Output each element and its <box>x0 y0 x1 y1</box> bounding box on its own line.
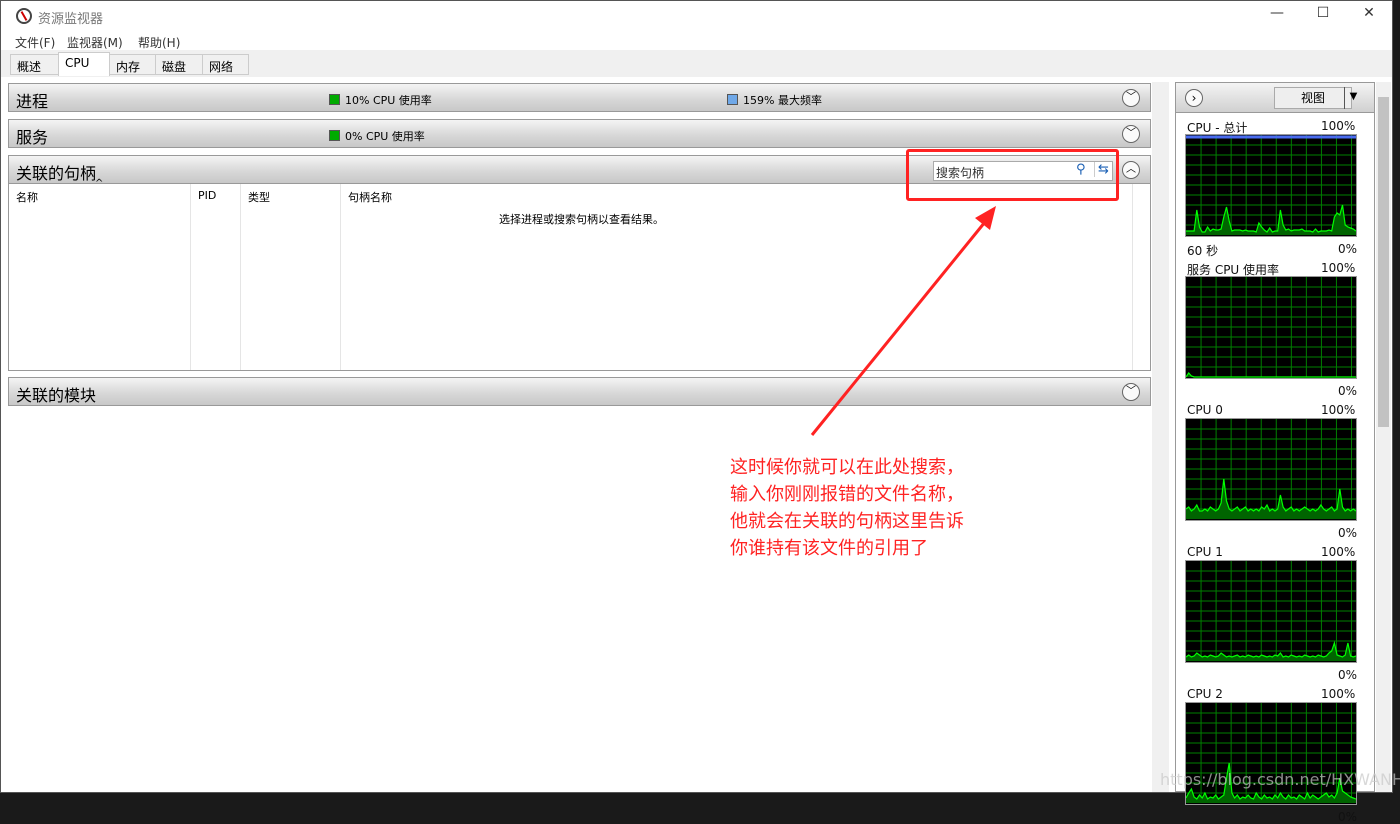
annotation-arrow <box>810 206 996 436</box>
annotation-text: 这时候你就可以在此处搜索， 输入你刚刚报错的文件名称， 他就会在关联的句柄这里告诉你… <box>730 457 964 559</box>
graph-min-label: 0% <box>1338 810 1358 824</box>
watermark: https://blog.csdn.net/HXWANHC <box>1160 770 1400 789</box>
